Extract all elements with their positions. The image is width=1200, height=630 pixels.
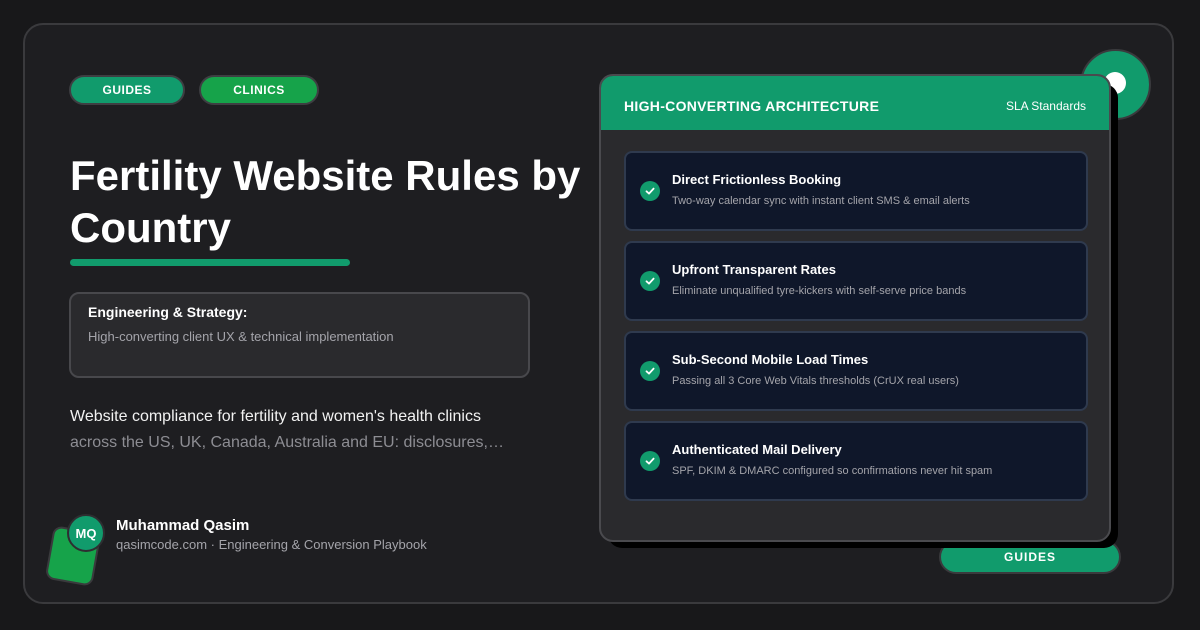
item-title: Authenticated Mail Delivery (672, 442, 842, 457)
check-circle-icon (640, 181, 660, 201)
author-name: Muhammad Qasim (116, 517, 250, 534)
list-item: Direct Frictionless Booking Two-way cale… (624, 151, 1088, 231)
item-subtitle: SPF, DKIM & DMARC configured so confirma… (672, 465, 993, 477)
strategy-box: Engineering & Strategy: High-converting … (69, 292, 530, 378)
list-item: Sub-Second Mobile Load Times Passing all… (624, 331, 1088, 411)
card-title: HIGH-CONVERTING ARCHITECTURE (624, 98, 880, 114)
card-badge: SLA Standards (1005, 99, 1086, 113)
check-circle-icon (640, 451, 660, 471)
card-header: HIGH-CONVERTING ARCHITECTURE SLA Standar… (601, 76, 1109, 130)
item-title: Sub-Second Mobile Load Times (672, 352, 869, 367)
tag-guides[interactable]: GUIDES (69, 75, 185, 105)
tag-clinics[interactable]: CLINICS (199, 75, 319, 105)
item-title: Upfront Transparent Rates (672, 262, 836, 277)
page-title: Fertility Website Rules by Country (70, 150, 590, 254)
author-subtitle: qasimcode.com · Engineering & Conversion… (116, 537, 427, 552)
list-item: Upfront Transparent Rates Eliminate unqu… (624, 241, 1088, 321)
title-line-1: Fertility Website Rules by (70, 152, 581, 199)
item-subtitle: Two-way calendar sync with instant clien… (672, 195, 970, 207)
description-line-2: across the US, UK, Canada, Australia and… (70, 434, 504, 451)
title-line-2: Country (70, 204, 231, 251)
strategy-heading: Engineering & Strategy: (88, 304, 248, 320)
avatar: MQ (67, 514, 105, 552)
check-circle-icon (640, 271, 660, 291)
description-line-1: Website compliance for fertility and wom… (70, 408, 481, 425)
item-subtitle: Passing all 3 Core Web Vitals thresholds… (672, 375, 959, 387)
item-title: Direct Frictionless Booking (672, 172, 842, 187)
list-item: Authenticated Mail Delivery SPF, DKIM & … (624, 421, 1088, 501)
strategy-subtitle: High-converting client UX & technical im… (88, 329, 394, 344)
item-subtitle: Eliminate unqualified tyre-kickers with … (672, 285, 967, 297)
check-circle-icon (640, 361, 660, 381)
architecture-card: HIGH-CONVERTING ARCHITECTURE SLA Standar… (599, 74, 1111, 542)
title-underline (70, 259, 350, 266)
